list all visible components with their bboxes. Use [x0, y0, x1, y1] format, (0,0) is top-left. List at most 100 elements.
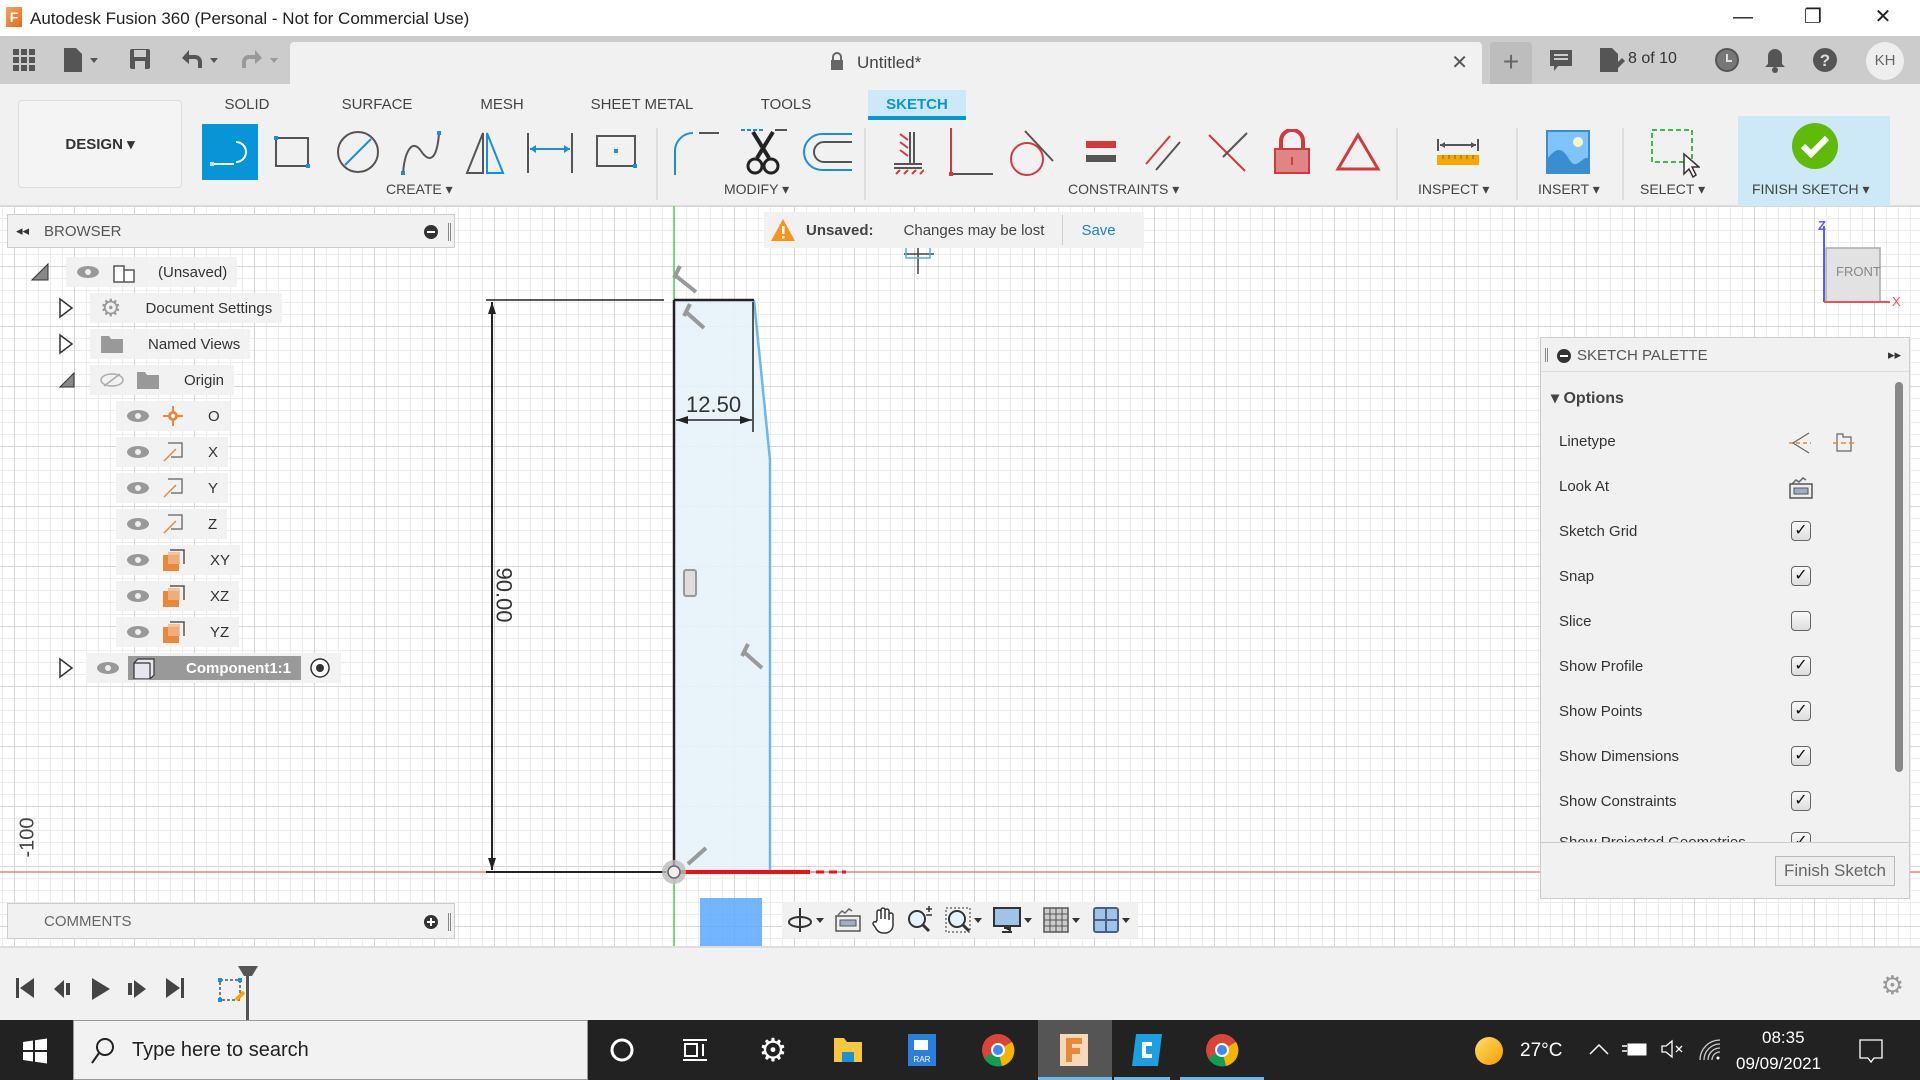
display-settings-icon[interactable]	[992, 906, 1034, 934]
point-tool[interactable]	[588, 124, 644, 180]
visibility-eye-icon[interactable]	[96, 661, 120, 675]
redo-icon[interactable]	[238, 46, 284, 72]
document-tab[interactable]: Untitled* ✕	[290, 42, 1482, 84]
fillet-tool[interactable]	[668, 124, 724, 180]
visibility-eye-icon[interactable]	[126, 445, 150, 459]
zoom-window-icon[interactable]	[944, 906, 984, 934]
winrar-icon[interactable]: RAR	[904, 1032, 940, 1068]
close-tab-button[interactable]: ✕	[1451, 50, 1468, 75]
visibility-eye-icon[interactable]	[76, 265, 100, 279]
browser-item-x-axis[interactable]: X	[116, 437, 229, 467]
dimension-height-value[interactable]: 90.00	[491, 567, 517, 622]
symmetry-constraint-tool[interactable]	[1330, 124, 1386, 180]
go-to-start-icon[interactable]	[14, 976, 36, 1000]
chrome-icon[interactable]	[980, 1032, 1016, 1068]
grid-settings-icon[interactable]	[1042, 906, 1084, 934]
dimension-tool[interactable]	[522, 124, 578, 180]
browser-item-z-axis[interactable]: Z	[116, 509, 228, 539]
expand-palette-icon[interactable]: ▸▸	[1888, 347, 1901, 363]
timeline-settings-gear-icon[interactable]: ⚙	[1881, 970, 1904, 1001]
settings-app-icon[interactable]: ⚙	[755, 1032, 791, 1068]
file-menu-icon[interactable]	[62, 46, 102, 74]
action-center-icon[interactable]	[1858, 1038, 1884, 1064]
insert-image-tool[interactable]	[1540, 124, 1596, 180]
visibility-eye-icon[interactable]	[126, 409, 150, 423]
view-cube-front-label[interactable]: FRONT	[1836, 264, 1881, 279]
measure-tool[interactable]	[1430, 124, 1486, 180]
browser-item-named-views[interactable]: Named Views	[58, 329, 251, 359]
perpendicular-x-constraint-tool[interactable]	[1200, 124, 1256, 180]
finish-sketch-button[interactable]: FINISH SKETCH ▾	[1738, 116, 1890, 206]
dimension-width-value[interactable]: 12.50	[686, 392, 741, 418]
show-points-checkbox[interactable]: ✓	[1791, 701, 1811, 721]
offset-tool[interactable]	[800, 124, 856, 180]
play-icon[interactable]	[90, 976, 112, 1002]
look-at-icon[interactable]	[1788, 474, 1814, 500]
job-status-icon[interactable]	[1598, 46, 1626, 74]
show-profile-checkbox[interactable]: ✓	[1791, 656, 1811, 676]
minimize-panel-icon[interactable]	[424, 225, 438, 239]
visibility-eye-icon[interactable]	[126, 625, 150, 639]
constraints-menu[interactable]: CONSTRAINTS ▾	[1068, 181, 1179, 198]
options-section-toggle[interactable]: ▾ Options	[1551, 388, 1624, 408]
show-projected-geometries-checkbox[interactable]: ✓	[1791, 832, 1811, 842]
show-hidden-icons-chevron[interactable]	[1588, 1042, 1610, 1056]
look-at-icon[interactable]	[834, 907, 862, 933]
browser-item-origin[interactable]: Origin	[58, 365, 235, 395]
wifi-icon[interactable]	[1698, 1038, 1722, 1062]
file-explorer-icon[interactable]	[830, 1032, 866, 1068]
panel-drag-handle[interactable]	[448, 913, 451, 931]
palette-finish-sketch-button[interactable]: Finish Sketch	[1775, 856, 1895, 886]
visibility-eye-icon[interactable]	[126, 553, 150, 567]
visibility-eye-icon[interactable]	[126, 517, 150, 531]
viewports-icon[interactable]	[1092, 906, 1134, 934]
close-window-button[interactable]: ✕	[1854, 0, 1912, 36]
weather-sun-icon[interactable]	[1474, 1036, 1504, 1066]
select-menu[interactable]: SELECT ▾	[1640, 181, 1705, 198]
comments-icon[interactable]	[1548, 48, 1574, 74]
save-icon[interactable]	[128, 47, 152, 71]
line-tool[interactable]	[202, 124, 258, 180]
fusion360-taskbar-icon[interactable]	[1056, 1032, 1092, 1068]
task-view-icon[interactable]	[677, 1032, 713, 1068]
create-menu[interactable]: CREATE ▾	[386, 181, 453, 198]
cortana-icon[interactable]	[604, 1032, 640, 1068]
browser-item-root[interactable]: (Unsaved)	[30, 257, 238, 287]
data-panel-grid-icon[interactable]	[12, 48, 36, 72]
insert-menu[interactable]: INSERT ▾	[1538, 181, 1600, 198]
visibility-eye-icon[interactable]	[126, 481, 150, 495]
browser-item-xy-plane[interactable]: XY	[116, 545, 241, 575]
show-dimensions-checkbox[interactable]: ✓	[1791, 746, 1811, 766]
show-constraints-checkbox[interactable]: ✓	[1791, 791, 1811, 811]
modify-menu[interactable]: MODIFY ▾	[724, 181, 789, 198]
tab-tools[interactable]: TOOLS	[752, 90, 820, 120]
step-forward-icon[interactable]	[126, 978, 148, 1000]
browser-item-yz-plane[interactable]: YZ	[116, 617, 240, 647]
collapse-browser-icon[interactable]: ◂◂	[16, 223, 29, 239]
construction-linetype-icon[interactable]	[1787, 430, 1813, 456]
zoom-icon[interactable]	[906, 906, 936, 934]
battery-icon[interactable]	[1622, 1040, 1648, 1058]
spline-tool[interactable]	[394, 124, 450, 180]
save-link[interactable]: Save	[1081, 222, 1115, 239]
go-to-end-icon[interactable]	[164, 976, 186, 1000]
step-back-icon[interactable]	[52, 978, 74, 1000]
perpendicular-constraint-tool[interactable]	[942, 124, 998, 180]
browser-item-xz-plane[interactable]: XZ	[116, 581, 240, 611]
orbit-icon[interactable]	[786, 906, 826, 934]
visibility-eye-icon[interactable]	[126, 589, 150, 603]
activate-component-radio-icon[interactable]	[309, 657, 331, 679]
ccleaner-icon[interactable]	[1130, 1032, 1166, 1068]
help-icon[interactable]: ?	[1812, 47, 1838, 73]
minimize-palette-icon[interactable]	[1557, 349, 1571, 363]
clock-date[interactable]: 09/09/2021	[1736, 1054, 1821, 1074]
pan-hand-icon[interactable]	[870, 906, 898, 934]
clock-time[interactable]: 08:35	[1762, 1028, 1805, 1048]
user-avatar[interactable]: KH	[1866, 42, 1904, 80]
sketch-grid-checkbox[interactable]: ✓	[1791, 521, 1811, 541]
panel-drag-handle[interactable]	[448, 223, 451, 241]
select-tool[interactable]	[1646, 124, 1702, 180]
minimize-button[interactable]: —	[1714, 0, 1772, 36]
tab-sheet-metal[interactable]: SHEET METAL	[582, 90, 702, 120]
notifications-bell-icon[interactable]	[1764, 46, 1786, 74]
